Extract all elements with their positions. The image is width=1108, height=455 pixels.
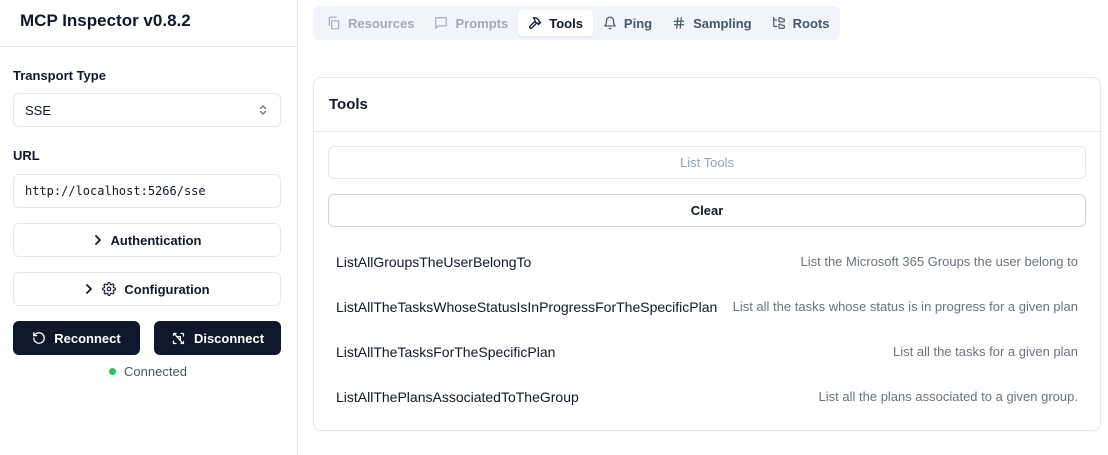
reconnect-button[interactable]: Reconnect [13,321,140,355]
authentication-label: Authentication [110,232,202,248]
tab-prompts[interactable]: Prompts [424,10,518,36]
app-title: MCP Inspector v0.8.2 [20,11,191,30]
connection-panel: Transport Type SSE URL http://localhost:… [0,68,297,379]
sidebar: MCP Inspector v0.8.2 Transport Type SSE … [0,0,298,455]
clear-button[interactable]: Clear [328,194,1086,227]
tool-item[interactable]: ListAllTheTasksWhoseStatusIsInProgressFo… [328,284,1086,329]
tool-description: List all the tasks whose status is in pr… [732,299,1078,314]
chevron-up-down-icon [259,105,267,115]
status-text: Connected [124,364,187,379]
transport-type-select[interactable]: SSE [13,93,281,127]
tool-description: List all the tasks for a given plan [893,344,1078,359]
tab-roots-label: Roots [792,15,830,31]
hash-icon [673,17,685,29]
list-tools-button[interactable]: List Tools [328,146,1086,179]
tool-name: ListAllThePlansAssociatedToTheGroup [336,388,579,405]
disconnect-icon [172,332,185,344]
configuration-label: Configuration [124,281,210,297]
connection-status: Connected [13,364,281,379]
tool-name: ListAllTheTasksForTheSpecificPlan [336,343,556,360]
reconnect-label: Reconnect [54,330,121,346]
bell-icon [604,16,616,30]
tool-name: ListAllGroupsTheUserBelongTo [336,253,532,270]
status-dot-icon [109,368,117,375]
gear-icon [102,282,117,296]
tab-roots[interactable]: Roots [762,10,840,36]
rotate-ccw-icon [33,332,46,344]
tool-item[interactable]: ListAllThePlansAssociatedToTheGroup List… [328,374,1086,419]
transport-type-label: Transport Type [13,68,106,83]
tab-tools[interactable]: Tools [518,10,593,36]
tool-name: ListAllTheTasksWhoseStatusIsInProgressFo… [336,298,718,315]
chevron-right-icon [86,284,93,294]
message-square-icon [435,17,448,29]
tools-panel-title: Tools [329,96,368,113]
tab-tools-label: Tools [549,15,583,31]
tool-item[interactable]: ListAllTheTasksForTheSpecificPlan List a… [328,329,1086,374]
tools-panel: Tools List Tools Clear ListAllGroupsTheU… [313,77,1101,431]
tab-prompts-label: Prompts [455,15,509,31]
files-icon [328,16,340,30]
transport-type-value: SSE [25,102,52,118]
tools-panel-header: Tools [314,78,1100,132]
tab-sampling-label: Sampling [693,15,752,31]
disconnect-label: Disconnect [193,330,265,346]
sidebar-header: MCP Inspector v0.8.2 [0,0,297,47]
url-input[interactable]: http://localhost:5266/sse [13,174,281,208]
tab-sampling[interactable]: Sampling [662,10,762,36]
tool-list: ListAllGroupsTheUserBelongTo List the Mi… [328,239,1086,419]
authentication-button[interactable]: Authentication [13,223,281,257]
url-label: URL [13,148,40,163]
tool-description: List all the plans associated to a given… [818,389,1078,404]
tool-item[interactable]: ListAllGroupsTheUserBelongTo List the Mi… [328,239,1086,284]
folder-tree-icon [772,17,785,29]
tab-ping[interactable]: Ping [593,10,662,36]
tool-description: List the Microsoft 365 Groups the user b… [800,254,1079,269]
url-input-value: http://localhost:5266/sse [25,184,206,198]
configuration-button[interactable]: Configuration [13,272,281,306]
tab-resources-label: Resources [348,15,415,31]
hammer-icon [529,17,542,29]
tab-bar: Resources Prompts Tools Ping Sampling Ro… [313,6,840,40]
tools-panel-body: List Tools Clear ListAllGroupsTheUserBel… [314,132,1100,419]
tab-resources[interactable]: Resources [317,10,424,36]
connection-buttons: Reconnect Disconnect [13,321,281,355]
tab-ping-label: Ping [623,15,653,31]
chevron-right-icon [94,235,101,245]
disconnect-button[interactable]: Disconnect [154,321,281,355]
